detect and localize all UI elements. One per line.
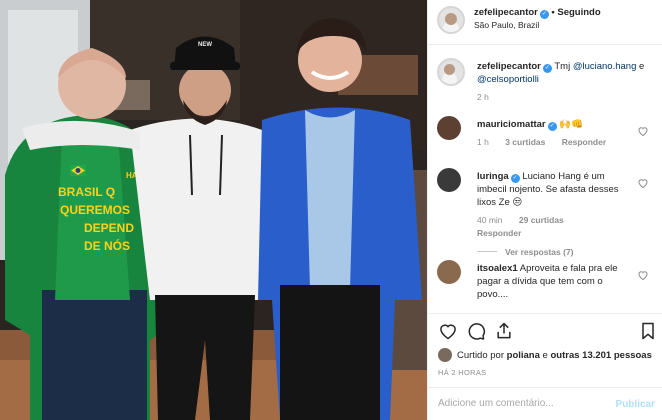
verified-badge-icon: ✓ [542, 64, 552, 73]
like-comment-heart-icon[interactable] [637, 177, 649, 189]
verified-badge-icon: ✓ [510, 174, 520, 183]
like-comment-heart-icon[interactable] [637, 269, 649, 281]
comment-username[interactable]: mauriciomattar [477, 119, 546, 130]
liker-avatar[interactable] [438, 348, 452, 362]
commenter-avatar[interactable] [437, 260, 461, 284]
caption-connector: e [639, 61, 645, 72]
caption-prefix: Tmj [554, 61, 571, 72]
reply-button[interactable]: Responder [477, 228, 521, 238]
liked-by-user[interactable]: poliana [507, 350, 540, 361]
author-avatar[interactable] [437, 6, 465, 34]
comment-input[interactable] [438, 398, 598, 409]
post-photo[interactable]: BRASIL Q QUEREMOS DEPEND DE NÓS HAVAN NE… [0, 0, 427, 420]
caption-mention-1[interactable]: @luciano.hang [573, 61, 637, 72]
commenter-avatar[interactable] [437, 116, 461, 140]
comment-username[interactable]: itsoalex1 [477, 263, 518, 274]
verified-badge-icon: ✓ [539, 10, 549, 19]
liked-by-connector: e [542, 349, 548, 361]
author-username[interactable]: zefelipecantor [474, 7, 538, 18]
liked-by-summary: Curtido por poliana e outras 13.201 pess… [438, 348, 652, 362]
photo-illustration: BRASIL Q QUEREMOS DEPEND DE NÓS HAVAN NE… [0, 0, 427, 420]
verified-badge-icon: ✓ [547, 122, 557, 131]
shirt-line-2: QUEREMOS [60, 203, 130, 217]
reply-button[interactable]: Responder [562, 137, 606, 147]
comment-text: 🙌👊 [559, 119, 583, 130]
cap-logo: NEW [198, 42, 212, 48]
comment-likes[interactable]: 3 curtidas [505, 137, 545, 147]
comment-likes[interactable]: 29 curtidas [519, 215, 564, 225]
liked-by-others[interactable]: outras 13.201 pessoas [550, 350, 651, 361]
view-replies-link[interactable]: Ver respostas (7) [477, 246, 627, 259]
commenter-avatar[interactable] [437, 168, 461, 192]
post-timestamp[interactable]: HÁ 2 HORAS [438, 368, 486, 377]
comment-age[interactable]: 40 min [477, 215, 503, 225]
caption-age[interactable]: 2 h [477, 92, 489, 102]
author-info: zefelipecantor ✓ • Seguindo São Paulo, Br… [474, 6, 601, 32]
share-icon[interactable] [494, 321, 514, 341]
comment-age[interactable]: 1 h [477, 137, 489, 147]
action-icons-row [438, 321, 656, 343]
liked-by-prefix: Curtido por [457, 349, 504, 361]
publish-button[interactable]: Publicar [616, 399, 655, 410]
follow-status[interactable]: • Seguindo [551, 7, 600, 18]
caption-username[interactable]: zefelipecantor [477, 61, 541, 72]
add-comment-bar: Publicar [428, 387, 662, 420]
comment-bubble-icon[interactable] [466, 321, 486, 341]
like-heart-icon[interactable] [438, 321, 458, 341]
post-header: zefelipecantor ✓ • Seguindo São Paulo, Br… [428, 0, 662, 45]
shirt-line-1: BRASIL Q [58, 185, 115, 199]
caption-mention-2[interactable]: @celsoportiolli [477, 74, 539, 85]
save-bookmark-icon[interactable] [638, 321, 658, 341]
post-sidebar: zefelipecantor ✓ • Seguindo São Paulo, Br… [427, 0, 662, 420]
location-link[interactable]: São Paulo, Brazil [474, 19, 601, 32]
comments-list[interactable]: zefelipecantor ✓ Tmj @luciano.hang e @cel… [428, 46, 662, 312]
comment-username[interactable]: luringa [477, 171, 509, 182]
shirt-line-3: DEPEND [84, 221, 134, 235]
caption-author-avatar[interactable] [437, 58, 465, 86]
shirt-line-4: DE NÓS [84, 238, 130, 253]
like-comment-heart-icon[interactable] [637, 125, 649, 137]
